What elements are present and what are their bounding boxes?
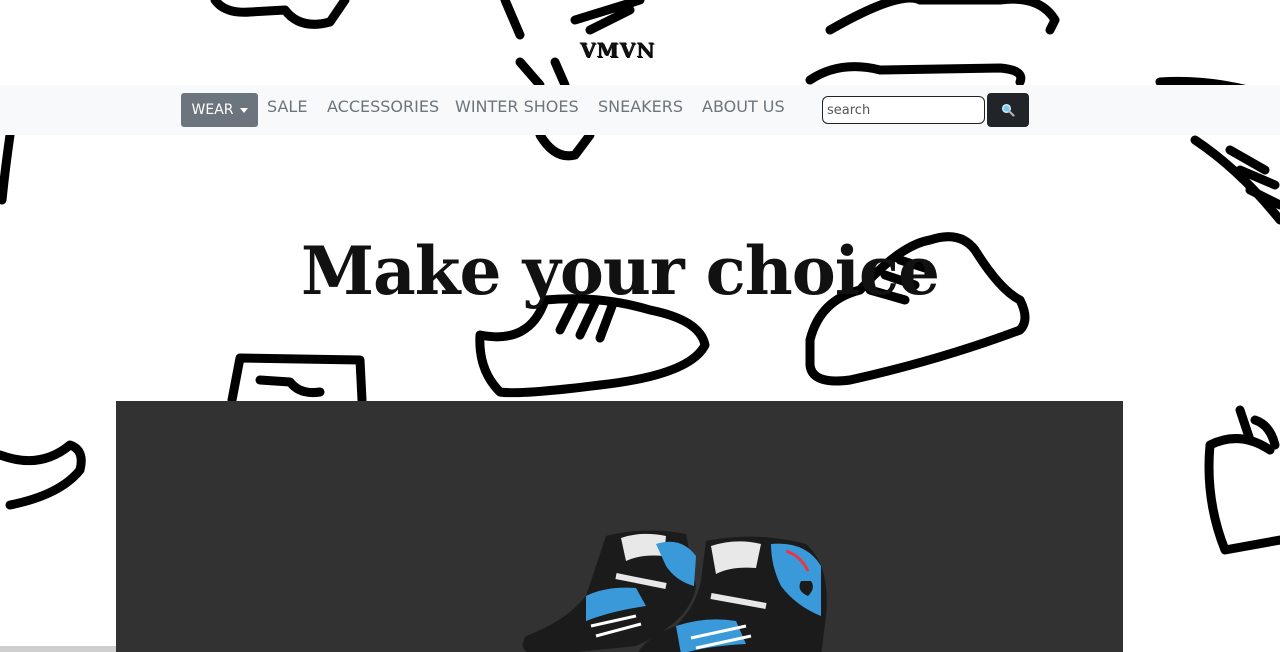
- nav-link-accessories[interactable]: ACCESSORIES: [327, 97, 439, 116]
- search-input[interactable]: [822, 96, 985, 124]
- top-navbar: WEAR SALE ACCESSORIES WINTER SHOES SNEAK…: [0, 85, 1280, 135]
- wear-dropdown-label: WEAR: [191, 102, 234, 118]
- brand-logo[interactable]: VMVN: [0, 38, 1235, 62]
- nav-link-sale[interactable]: SALE: [267, 97, 307, 116]
- nav-link-sneakers[interactable]: SNEAKERS: [598, 97, 683, 116]
- nav-link-winter-shoes[interactable]: WINTER SHOES: [455, 97, 579, 116]
- hero-panel: [116, 401, 1123, 652]
- magnifier-icon: [1001, 103, 1015, 117]
- wear-dropdown-button[interactable]: WEAR: [181, 93, 258, 127]
- caret-down-icon: [239, 107, 248, 113]
- search-button[interactable]: [987, 93, 1029, 127]
- sneakers-illustration: [522, 530, 827, 652]
- nav-link-about-us[interactable]: ABOUT US: [702, 97, 785, 116]
- scrollbar-track[interactable]: [0, 646, 116, 652]
- hero-headline: Make your choice: [300, 232, 940, 311]
